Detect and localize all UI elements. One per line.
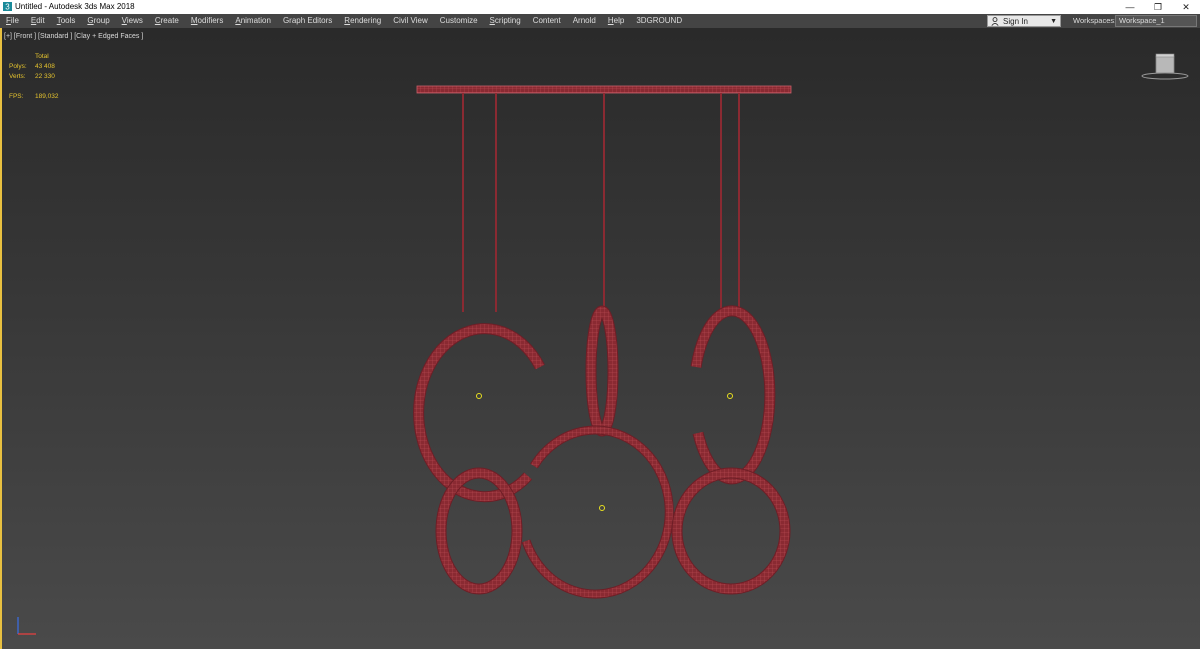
menu-item-label: Content bbox=[532, 16, 561, 25]
menu-item-content[interactable]: Content bbox=[527, 14, 567, 28]
menu-item-animation[interactable]: Animation bbox=[229, 14, 277, 28]
suspension-cables bbox=[462, 93, 740, 312]
menu-item-label: dit bbox=[36, 16, 45, 25]
sign-in-label: Sign In bbox=[1003, 17, 1028, 26]
menu-item-label: Customize bbox=[439, 16, 478, 25]
menu-item-rendering[interactable]: Rendering bbox=[338, 14, 387, 28]
menu-item-label: nimation bbox=[240, 16, 271, 25]
menu-item-modifiers[interactable]: Modifiers bbox=[185, 14, 229, 28]
menu-item-label: iews bbox=[126, 16, 143, 25]
menu-item-help[interactable]: Help bbox=[602, 14, 630, 28]
menu-item-3dground[interactable]: 3DGROUND bbox=[630, 14, 688, 28]
menu-item-label: endering bbox=[350, 16, 382, 25]
workspaces-label: Workspaces: bbox=[1073, 16, 1117, 25]
menu-item-create[interactable]: Create bbox=[149, 14, 185, 28]
menu-item-group[interactable]: Group bbox=[81, 14, 115, 28]
workspace-select[interactable]: Workspace_1 bbox=[1115, 15, 1197, 27]
menu-item-file[interactable]: File bbox=[0, 14, 25, 28]
sign-in-dropdown[interactable]: Sign In ▼ bbox=[987, 15, 1061, 27]
menu-item-label: 3DGROUND bbox=[636, 16, 683, 25]
menu-item-label: Graph Editors bbox=[282, 16, 333, 25]
menu-item-arnold[interactable]: Arnold bbox=[567, 14, 602, 28]
axis-tripod-icon bbox=[17, 617, 36, 635]
menu-item-label: reate bbox=[160, 16, 179, 25]
menu-mnemonic: M bbox=[190, 16, 198, 25]
menu-item-label: Civil View bbox=[393, 16, 428, 25]
ceiling-mount-bar[interactable] bbox=[416, 85, 792, 94]
svg-text:3: 3 bbox=[5, 3, 10, 12]
window-title: Untitled - Autodesk 3ds Max 2018 bbox=[15, 2, 135, 11]
menu-item-tools[interactable]: Tools bbox=[51, 14, 82, 28]
close-button[interactable]: ✕ bbox=[1172, 0, 1200, 14]
menu-item-graph-editors[interactable]: Graph Editors bbox=[277, 14, 338, 28]
menu-items: File Edit Tools Group Views Create Modifiers An… bbox=[0, 14, 688, 28]
scene-geometry[interactable] bbox=[0, 28, 1200, 649]
menu-bar: File Edit Tools Group Views Create Modifiers An… bbox=[0, 14, 1200, 28]
title-bar: 3 Untitled - Autodesk 3ds Max 2018 — ❐ ✕ bbox=[0, 0, 1200, 14]
menu-item-label: ile bbox=[10, 16, 19, 25]
menu-item-label: odifiers bbox=[197, 16, 224, 25]
menu-item-scripting[interactable]: Scripting bbox=[484, 14, 527, 28]
menu-item-label: cripting bbox=[494, 16, 521, 25]
restore-button[interactable]: ❐ bbox=[1144, 0, 1172, 14]
window-controls: — ❐ ✕ bbox=[1116, 0, 1200, 14]
app-logo-icon: 3 bbox=[3, 2, 12, 11]
chevron-down-icon: ▼ bbox=[1050, 18, 1057, 25]
menu-item-civil-view[interactable]: Civil View bbox=[387, 14, 434, 28]
menu-item-label: Arnold bbox=[572, 16, 596, 25]
menu-item-label: roup bbox=[93, 16, 110, 25]
menu-item-views[interactable]: Views bbox=[116, 14, 149, 28]
front-viewport[interactable]: [+] [Front ] [Standard ] [Clay + Edged F… bbox=[0, 28, 1200, 649]
menu-item-customize[interactable]: Customize bbox=[434, 14, 484, 28]
user-icon bbox=[991, 17, 999, 26]
minimize-button[interactable]: — bbox=[1116, 0, 1144, 14]
menu-item-edit[interactable]: Edit bbox=[25, 14, 51, 28]
menu-item-label: ools bbox=[60, 16, 76, 25]
menu-item-label: elp bbox=[613, 16, 625, 25]
